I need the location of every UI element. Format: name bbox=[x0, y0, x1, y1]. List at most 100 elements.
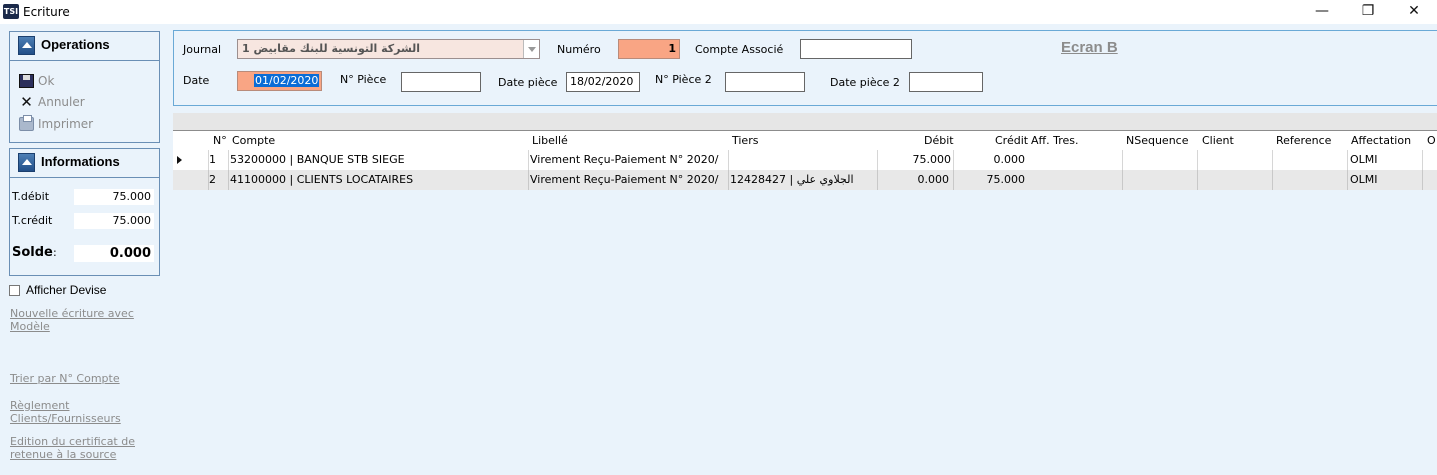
edition-certificat-link[interactable]: Edition du certificat de retenue à la so… bbox=[10, 435, 160, 461]
cell-debit[interactable]: 0.000 bbox=[879, 170, 950, 190]
col-divider bbox=[728, 150, 729, 170]
cell-libelle[interactable]: Virement Reçu-Paiement N° 2020/ bbox=[530, 170, 725, 190]
col-divider bbox=[208, 170, 209, 190]
n-piece-field[interactable] bbox=[401, 72, 481, 92]
reglement-link[interactable]: Règlement Clients/Fournisseurs bbox=[10, 399, 160, 425]
numero-field[interactable]: 1 bbox=[618, 39, 680, 59]
window-title: Ecriture bbox=[23, 5, 70, 19]
col-divider bbox=[1122, 150, 1123, 170]
col-tiers[interactable]: Tiers bbox=[732, 134, 758, 147]
col-divider bbox=[877, 150, 878, 170]
col-compte[interactable]: Compte bbox=[232, 134, 275, 147]
cell-libelle[interactable]: Virement Reçu-Paiement N° 2020/ bbox=[530, 150, 725, 170]
col-divider bbox=[877, 170, 878, 190]
col-divider bbox=[1272, 150, 1273, 170]
col-divider bbox=[208, 150, 209, 170]
cell-tiers[interactable]: 12428427 | الجلاوي علي bbox=[730, 170, 875, 190]
afficher-devise-label: Afficher Devise bbox=[26, 283, 107, 297]
col-nsequence[interactable]: NSequence bbox=[1126, 134, 1189, 147]
close-button[interactable]: ✕ bbox=[1391, 0, 1437, 24]
solde-label: Solde bbox=[12, 245, 53, 260]
col-extra[interactable]: O bbox=[1427, 134, 1436, 147]
cell-compte[interactable]: 41100000 | CLIENTS LOCATAIRES bbox=[230, 170, 526, 190]
n-piece2-field[interactable] bbox=[725, 72, 805, 92]
operations-title: Operations bbox=[41, 37, 110, 52]
col-divider bbox=[953, 150, 954, 170]
minimize-button[interactable]: — bbox=[1299, 0, 1345, 24]
ok-label: Ok bbox=[38, 74, 55, 88]
t-debit-value: 75.000 bbox=[74, 189, 154, 205]
t-debit-label: T.débit bbox=[12, 190, 50, 203]
col-divider bbox=[528, 150, 529, 170]
cell-affectation[interactable]: OLMI bbox=[1350, 170, 1420, 190]
col-divider bbox=[1272, 170, 1273, 190]
table-row[interactable]: 1 53200000 | BANQUE STB SIEGE Virement R… bbox=[173, 150, 1437, 170]
ok-button[interactable]: Ok bbox=[19, 72, 54, 90]
col-client[interactable]: Client bbox=[1202, 134, 1234, 147]
cell-compte[interactable]: 53200000 | BANQUE STB SIEGE bbox=[230, 150, 526, 170]
afficher-devise-checkbox[interactable]: Afficher Devise bbox=[9, 283, 106, 297]
col-aff-tres[interactable]: Aff. Tres. bbox=[1031, 134, 1078, 147]
table-row[interactable]: 2 41100000 | CLIENTS LOCATAIRES Virement… bbox=[173, 170, 1437, 190]
grid-header: N° Compte Libellé Tiers Débit Crédit Aff… bbox=[173, 130, 1437, 150]
col-divider bbox=[1422, 170, 1423, 190]
nouvelle-ecriture-link[interactable]: Nouvelle écriture avec Modèle bbox=[10, 307, 160, 333]
col-divider bbox=[1347, 170, 1348, 190]
col-reference[interactable]: Reference bbox=[1276, 134, 1331, 147]
col-divider bbox=[1347, 150, 1348, 170]
col-divider bbox=[1422, 150, 1423, 170]
date-piece-field[interactable]: 18/02/2020 bbox=[566, 72, 640, 92]
trier-link[interactable]: Trier par N° Compte bbox=[10, 372, 160, 385]
col-libelle[interactable]: Libellé bbox=[532, 134, 568, 147]
col-num[interactable]: N° bbox=[213, 134, 227, 147]
printer-icon bbox=[19, 115, 34, 131]
journal-select[interactable]: الشركة التونسية للبنك مقابيض 1 bbox=[237, 39, 540, 59]
ecran-link[interactable]: Ecran B bbox=[1061, 39, 1118, 56]
t-debit-row: T.débit 75.000 bbox=[10, 188, 159, 206]
n-piece2-label: N° Pièce 2 bbox=[655, 73, 712, 86]
imprimer-label: Imprimer bbox=[38, 117, 94, 131]
solde-value: 0.000 bbox=[74, 245, 154, 262]
solde-row: Solde : 0.000 bbox=[10, 245, 159, 263]
cell-num[interactable]: 2 bbox=[209, 170, 227, 190]
cell-credit[interactable]: 0.000 bbox=[955, 150, 1026, 170]
cell-credit[interactable]: 75.000 bbox=[955, 170, 1026, 190]
maximize-button[interactable]: ❐ bbox=[1345, 0, 1391, 24]
checkbox-box[interactable] bbox=[9, 284, 20, 296]
col-affectation[interactable]: Affectation bbox=[1351, 134, 1411, 147]
grid-toolbar-strip bbox=[173, 113, 1437, 130]
operations-panel: Operations Ok ✕ Annuler Imprimer bbox=[9, 31, 160, 143]
journal-value: الشركة التونسية للبنك مقابيض 1 bbox=[242, 42, 421, 55]
cell-debit[interactable]: 75.000 bbox=[879, 150, 952, 170]
date-piece2-label: Date pièce 2 bbox=[830, 76, 900, 89]
annuler-label: Annuler bbox=[38, 95, 85, 109]
annuler-button[interactable]: ✕ Annuler bbox=[19, 93, 85, 111]
cell-tiers[interactable] bbox=[730, 150, 875, 170]
date-piece2-field[interactable] bbox=[909, 72, 983, 92]
compte-associe-label: Compte Associé bbox=[695, 43, 784, 56]
compte-associe-field[interactable] bbox=[800, 39, 912, 59]
n-piece-label: N° Pièce bbox=[340, 73, 387, 86]
date-label: Date bbox=[183, 74, 210, 87]
date-value: 01/02/2020 bbox=[254, 74, 320, 87]
informations-header: Informations bbox=[10, 149, 159, 178]
col-credit[interactable]: Crédit bbox=[995, 134, 1028, 147]
chevron-down-icon[interactable] bbox=[523, 40, 539, 58]
col-debit[interactable]: Débit bbox=[924, 134, 954, 147]
current-row-marker-icon bbox=[177, 156, 182, 164]
collapse-operations-icon[interactable] bbox=[18, 36, 35, 55]
t-credit-row: T.crédit 75.000 bbox=[10, 212, 159, 230]
informations-panel: Informations T.débit 75.000 T.crédit 75.… bbox=[9, 148, 160, 276]
col-divider bbox=[1197, 150, 1198, 170]
col-divider bbox=[728, 170, 729, 190]
col-divider bbox=[228, 170, 229, 190]
imprimer-button[interactable]: Imprimer bbox=[19, 115, 93, 133]
save-icon bbox=[19, 74, 34, 88]
collapse-informations-icon[interactable] bbox=[18, 153, 35, 172]
cell-num[interactable]: 1 bbox=[209, 150, 227, 170]
numero-label: Numéro bbox=[557, 43, 601, 56]
app-logo-icon: TSI bbox=[3, 4, 19, 19]
cell-affectation[interactable]: OLMI bbox=[1350, 150, 1420, 170]
date-field[interactable]: 01/02/2020 bbox=[237, 71, 322, 91]
col-divider bbox=[1197, 170, 1198, 190]
